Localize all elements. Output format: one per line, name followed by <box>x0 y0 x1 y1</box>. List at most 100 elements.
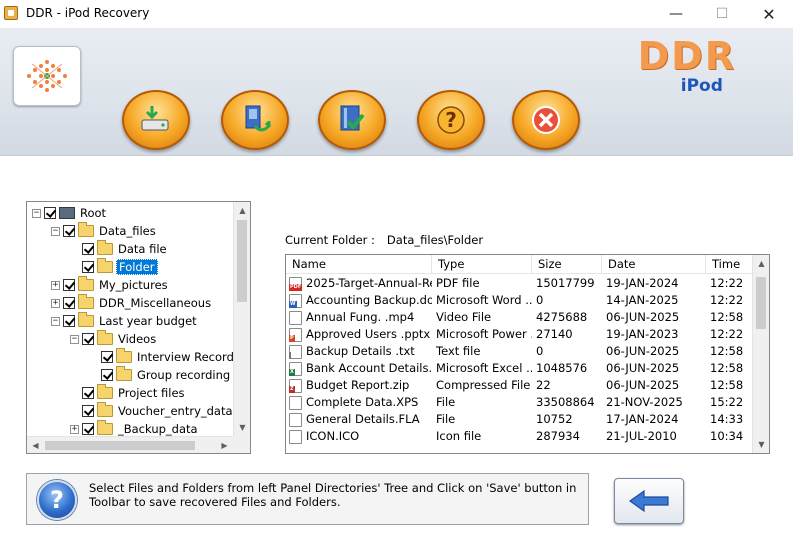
expand-icon[interactable]: + <box>70 424 79 434</box>
brand-product: iPod <box>680 76 723 96</box>
collapse-icon[interactable]: − <box>32 208 41 218</box>
save-button[interactable] <box>221 90 289 150</box>
folder-icon <box>97 258 113 273</box>
tree-item-label[interactable]: Data_files <box>97 224 158 238</box>
tree-item-label[interactable]: Project files <box>116 386 187 400</box>
tree-item-label[interactable]: Videos <box>116 332 158 346</box>
check-button[interactable] <box>318 90 386 150</box>
folder-icon <box>116 348 132 363</box>
tree-item-label[interactable]: _Backup_data <box>116 422 200 436</box>
file-row[interactable]: W Accounting Backup.docx Microsoft Word ..… <box>286 292 769 309</box>
tree-item[interactable]: Project files <box>70 384 187 402</box>
ddr-logo-icon <box>27 60 67 92</box>
file-type-cell: PDF file <box>436 276 480 290</box>
tree-item-checkbox[interactable] <box>82 333 94 345</box>
tree-item-label[interactable]: Data file <box>116 242 169 256</box>
file-name: General Details.FLA <box>306 412 420 426</box>
tree-item[interactable]: Interview Recording <box>89 348 250 366</box>
tree-item-checkbox[interactable] <box>44 207 56 219</box>
tree-item-label[interactable]: My_pictures <box>97 278 170 292</box>
file-row[interactable]: Annual Fung. .mp4 Video File 4275688 06-JUN… <box>286 309 769 326</box>
file-size-cell: 1048576 <box>536 361 588 375</box>
tree-item-label[interactable]: Last year budget <box>97 314 199 328</box>
tree-item-checkbox[interactable] <box>82 405 94 417</box>
file-size-cell: 15017799 <box>536 276 595 290</box>
file-list[interactable]: Name Type Size Date Time PDF 2025-Target-Annu… <box>285 254 770 454</box>
tree-item[interactable]: − Last year budget <box>51 312 199 330</box>
file-row[interactable]: Backup Details .txt Text file 0 06-JUN-2025… <box>286 343 769 360</box>
file-row[interactable]: General Details.FLA File 10752 17-JAN-2024 1… <box>286 411 769 428</box>
file-row[interactable]: Complete Data.XPS File 33508864 21-NOV-2025… <box>286 394 769 411</box>
file-row[interactable]: Z Budget Report.zip Compressed File 22 06-JU… <box>286 377 769 394</box>
folder-icon <box>78 222 94 237</box>
folder-icon <box>97 384 113 399</box>
file-date-cell: 19-JAN-2024 <box>606 276 679 290</box>
expand-icon[interactable]: + <box>51 298 60 308</box>
tree-hscroll-thumb[interactable] <box>45 441 195 450</box>
tree-item-checkbox[interactable] <box>101 351 113 363</box>
question-icon: ? <box>437 106 465 134</box>
file-row[interactable]: PDF2025-Target-Annual-Re... PDF file 15017… <box>286 275 769 292</box>
tree-item-checkbox[interactable] <box>82 261 94 273</box>
tree-item[interactable]: − Videos <box>70 330 158 348</box>
file-name-cell: PDF2025-Target-Annual-Re... <box>286 275 432 292</box>
file-row[interactable]: X Bank Account Details.X... Microsoft Exce… <box>286 360 769 377</box>
blank-file-icon <box>289 429 302 444</box>
file-row[interactable]: P Approved Users .pptx Microsoft Power ...… <box>286 326 769 343</box>
help-button[interactable]: ? <box>417 90 485 150</box>
tree-item-label[interactable]: DDR_Miscellaneous <box>97 296 213 310</box>
tree-item-checkbox[interactable] <box>63 297 75 309</box>
tree-item[interactable]: Folder <box>70 258 158 276</box>
tree-item-checkbox[interactable] <box>82 243 94 255</box>
tree-item-label[interactable]: Folder <box>116 259 158 275</box>
tree-item-checkbox[interactable] <box>63 315 75 327</box>
tree-item-checkbox[interactable] <box>82 423 94 435</box>
tree-item-checkbox[interactable] <box>63 279 75 291</box>
tree-item[interactable]: Voucher_entry_data <box>70 402 235 420</box>
minimize-button[interactable]: — <box>653 0 699 28</box>
column-header-name[interactable]: Name <box>286 255 432 274</box>
tree-item[interactable]: Data file <box>70 240 169 258</box>
scroll-down-arrow-icon[interactable]: ▼ <box>234 419 250 436</box>
tree-item-label[interactable]: Root <box>78 206 108 220</box>
list-scroll-thumb[interactable] <box>756 277 766 329</box>
collapse-icon[interactable]: − <box>51 226 60 236</box>
tree-vertical-scrollbar[interactable]: ▲ ▼ <box>233 202 250 436</box>
scroll-up-arrow-icon[interactable]: ▲ <box>753 255 769 272</box>
open-drive-button[interactable] <box>122 90 190 150</box>
scroll-down-arrow-icon[interactable]: ▼ <box>753 436 769 453</box>
close-button[interactable]: ✕ <box>746 0 792 28</box>
tree-item-checkbox[interactable] <box>101 369 113 381</box>
collapse-icon[interactable]: − <box>70 334 79 344</box>
list-vertical-scrollbar[interactable]: ▲ ▼ <box>752 255 769 453</box>
column-header-date[interactable]: Date <box>602 255 706 274</box>
file-date-cell: 06-JUN-2025 <box>606 361 680 375</box>
scroll-up-arrow-icon[interactable]: ▲ <box>234 202 250 219</box>
scroll-right-arrow-icon[interactable]: ▶ <box>216 437 233 453</box>
tree-item[interactable]: + DDR_Miscellaneous <box>51 294 213 312</box>
tree-horizontal-scrollbar[interactable]: ◀ ▶ <box>27 436 233 453</box>
exit-button[interactable] <box>512 90 580 150</box>
file-row[interactable]: ICON.ICO Icon file 287934 21-JUL-2010 10:34 <box>286 428 769 445</box>
tree-item-checkbox[interactable] <box>63 225 75 237</box>
directory-tree[interactable]: − Root − Data_files Data file Folder + My_pictu… <box>26 201 251 454</box>
expand-icon[interactable]: + <box>51 280 60 290</box>
file-name: Budget Report.zip <box>306 378 410 392</box>
tree-item-checkbox[interactable] <box>82 387 94 399</box>
tree-item[interactable]: − Data_files <box>51 222 158 240</box>
scroll-left-arrow-icon[interactable]: ◀ <box>27 437 44 453</box>
maximize-button[interactable]: ☐ <box>699 0 745 28</box>
column-header-size[interactable]: Size <box>532 255 602 274</box>
column-header-type[interactable]: Type <box>432 255 532 274</box>
tree-item[interactable]: Group recording <box>89 366 232 384</box>
tree-item[interactable]: − Root <box>32 204 108 222</box>
tree-scroll-thumb[interactable] <box>237 220 247 302</box>
collapse-icon[interactable]: − <box>51 316 60 326</box>
back-button[interactable] <box>614 478 684 524</box>
tree-item-label[interactable]: Group recording <box>135 368 232 382</box>
file-date-cell: 14-JAN-2025 <box>606 293 679 307</box>
tree-item-label[interactable]: Voucher_entry_data <box>116 404 235 418</box>
blank-file-icon <box>289 395 302 410</box>
folder-icon <box>97 330 113 345</box>
tree-item[interactable]: + My_pictures <box>51 276 170 294</box>
